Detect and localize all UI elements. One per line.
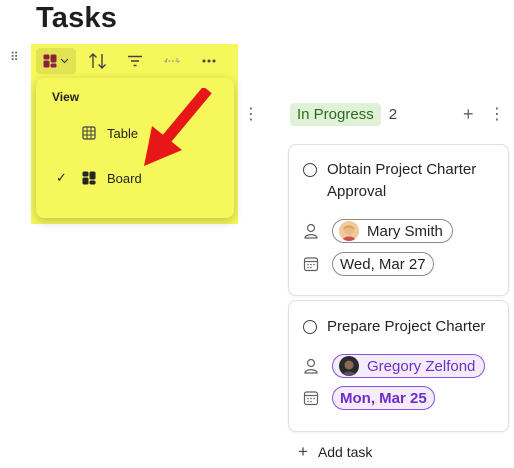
view-switcher-button[interactable] — [36, 48, 76, 74]
calendar-icon — [303, 257, 319, 272]
column-width-button[interactable] — [158, 48, 186, 74]
complete-circle-icon[interactable] — [303, 320, 317, 334]
table-icon — [82, 126, 96, 140]
drag-handle-icon[interactable]: ⠿ — [10, 51, 19, 63]
column-width-icon — [164, 58, 180, 64]
column-count: 2 — [388, 106, 398, 123]
due-date: Wed, Mar 27 — [340, 255, 426, 273]
menu-header: View — [52, 90, 80, 104]
menu-item-label: Table — [107, 125, 139, 141]
chevron-down-icon — [60, 58, 69, 64]
filter-button[interactable] — [121, 48, 149, 74]
person-icon — [304, 223, 318, 239]
task-title: Prepare Project Charter — [327, 318, 486, 335]
board-icon — [82, 171, 96, 185]
filter-icon — [128, 55, 142, 67]
column-more-icon[interactable]: ⋮ — [489, 107, 505, 123]
add-icon[interactable]: + — [463, 105, 474, 123]
checkmark-icon: ✓ — [56, 170, 67, 185]
more-horizontal-icon — [202, 59, 216, 63]
avatar — [339, 221, 359, 241]
assignee-name: Mary Smith — [367, 222, 443, 240]
task-card[interactable]: Obtain Project Charter Approval Mary Smi… — [288, 144, 509, 296]
task-card[interactable]: Prepare Project Charter Gregory Zelfond … — [288, 300, 509, 432]
sort-button[interactable] — [84, 48, 112, 74]
due-date-chip[interactable]: Mon, Mar 25 — [332, 386, 435, 410]
due-date-chip[interactable]: Wed, Mar 27 — [332, 252, 434, 276]
assignee-name: Gregory Zelfond — [367, 357, 476, 375]
assignee-chip[interactable]: Mary Smith — [332, 219, 453, 243]
annotation-arrow-icon — [144, 88, 212, 166]
complete-circle-icon[interactable] — [303, 163, 317, 177]
task-title: Obtain Project Charter Approval — [327, 161, 477, 200]
avatar — [339, 356, 359, 376]
add-task-button[interactable]: + Add task — [298, 442, 372, 462]
status-badge: In Progress — [290, 103, 381, 126]
previous-column-more-icon[interactable]: ⋮ — [243, 107, 259, 123]
person-icon — [304, 358, 318, 374]
menu-item-label: Board — [107, 170, 142, 186]
page-title: Tasks — [36, 2, 118, 34]
sort-arrows-icon — [89, 53, 106, 69]
plus-icon: + — [298, 442, 308, 461]
board-icon — [43, 54, 57, 68]
assignee-chip[interactable]: Gregory Zelfond — [332, 354, 486, 378]
calendar-icon — [303, 391, 319, 406]
more-options-button[interactable] — [195, 48, 223, 74]
due-date: Mon, Mar 25 — [340, 389, 427, 407]
add-task-label: Add task — [317, 444, 373, 460]
column-header: In Progress 2 — [290, 102, 397, 127]
